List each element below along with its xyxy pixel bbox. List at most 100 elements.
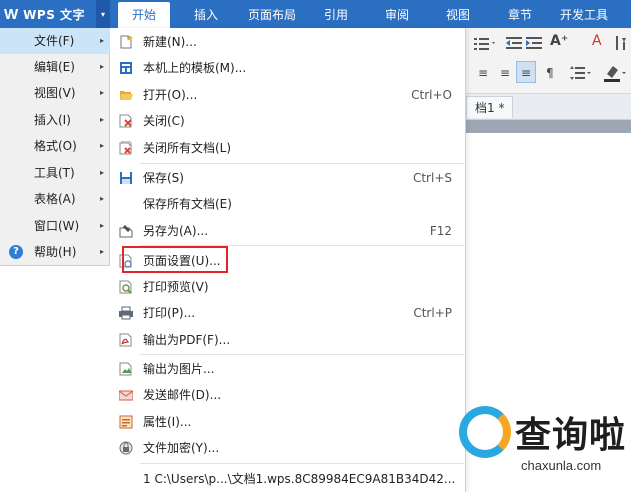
text-direction-icon[interactable]: [614, 36, 628, 50]
save-icon: [120, 172, 132, 184]
menu-item-label: 打开(O)...: [143, 88, 198, 102]
menu-item-label: 保存(S): [143, 171, 184, 185]
close-all-icon: [119, 141, 132, 155]
email-icon: [119, 390, 133, 401]
menu-item-label: 窗口(W): [34, 219, 80, 233]
menu-item-format[interactable]: 格式(O) ▸: [0, 133, 110, 159]
menu-item-export-pdf[interactable]: 输出为PDF(F)...: [110, 327, 466, 353]
menu-item-label: 关闭所有文档(L): [143, 141, 232, 155]
ribbon-toolbar: A⁺ A ≡ ≡ ≡ ¶: [466, 28, 631, 94]
print-icon: [119, 306, 133, 320]
submenu-arrow-icon: ▸: [99, 168, 104, 177]
tab-developer[interactable]: 开发工具: [560, 0, 608, 28]
close-document-icon: [119, 114, 132, 128]
menu-item-label: 关闭(C): [143, 114, 185, 128]
menu-item-label: 文件加密(Y)...: [143, 441, 220, 455]
app-dropdown-arrow-icon[interactable]: ▾: [96, 0, 110, 28]
justify-icon: ≡: [521, 66, 532, 80]
wps-logo-icon: W: [4, 5, 19, 23]
menu-item-help[interactable]: ? 帮助(H) ▸: [0, 239, 110, 265]
menu-item-label: 保存所有文档(E): [143, 197, 232, 211]
shading-icon[interactable]: [604, 64, 628, 82]
document-canvas-gap: [466, 120, 631, 133]
menu-item-table[interactable]: 表格(A) ▸: [0, 186, 110, 212]
tab-sections[interactable]: 章节: [508, 0, 532, 28]
menu-item-local-templates[interactable]: 本机上的模板(M)...: [110, 55, 466, 81]
menu-item-export-image[interactable]: 输出为图片...: [110, 356, 466, 382]
menu-item-recent-file[interactable]: 1 C:\Users\p...\文档1.wps.8C89984EC9A81B34…: [110, 466, 466, 492]
menu-item-encrypt[interactable]: 文件加密(Y)...: [110, 435, 466, 461]
menu-item-new[interactable]: 新建(N)...: [110, 29, 466, 55]
tab-page-layout[interactable]: 页面布局: [248, 0, 296, 28]
tab-view[interactable]: 视图: [446, 0, 470, 28]
align-right-icon[interactable]: ≡: [500, 66, 510, 80]
menu-item-properties[interactable]: 属性(I)...: [110, 409, 466, 435]
submenu-arrow-icon: ▸: [99, 62, 104, 71]
menu-item-label: 工具(T): [34, 166, 75, 180]
save-as-icon: [119, 225, 133, 238]
submenu-arrow-icon: ▸: [99, 194, 104, 203]
submenu-arrow-icon: ▸: [99, 247, 104, 256]
menu-item-save-as[interactable]: 另存为(A)... F12: [110, 218, 466, 244]
tab-references[interactable]: 引用: [324, 0, 348, 28]
menu-item-shortcut: Ctrl+O: [411, 88, 452, 102]
increase-indent-icon[interactable]: [526, 36, 542, 50]
distributed-align-icon[interactable]: ¶: [546, 66, 554, 80]
menu-item-tools[interactable]: 工具(T) ▸: [0, 160, 110, 186]
watermark-text: 查询啦: [515, 415, 627, 456]
tab-review[interactable]: 审阅: [385, 0, 409, 28]
menu-item-label: 本机上的模板(M)...: [143, 61, 247, 75]
tab-home[interactable]: 开始: [118, 2, 170, 28]
menu-item-print-preview[interactable]: 打印预览(V): [110, 274, 466, 300]
menu-item-label: 打印(P)...: [143, 306, 196, 320]
submenu-arrow-icon: ▸: [99, 36, 104, 45]
justify-button[interactable]: ≡: [516, 61, 536, 83]
menu-item-close[interactable]: 关闭(C): [110, 108, 466, 134]
menu-item-edit[interactable]: 编辑(E) ▸: [0, 54, 110, 80]
menu-item-insert[interactable]: 插入(I) ▸: [0, 107, 110, 133]
document-tab-bar: 档1 *: [466, 94, 631, 120]
menu-item-label: 另存为(A)...: [143, 224, 209, 238]
list-icon[interactable]: [474, 36, 496, 50]
menu-item-view[interactable]: 视图(V) ▸: [0, 80, 110, 106]
menu-item-shortcut: F12: [429, 224, 452, 238]
image-export-icon: [119, 362, 132, 376]
menu-item-send-email[interactable]: 发送邮件(D)...: [110, 382, 466, 408]
tab-insert[interactable]: 插入: [194, 0, 218, 28]
encrypt-icon: [119, 441, 133, 455]
menu-item-label: 插入(I): [34, 113, 71, 127]
char-scale-icon[interactable]: A⁺: [550, 34, 568, 48]
page-setup-highlight: [122, 246, 228, 273]
menu-item-window[interactable]: 窗口(W) ▸: [0, 213, 110, 239]
help-icon: ?: [9, 245, 23, 259]
document-tab[interactable]: 档1 *: [466, 96, 514, 118]
menu-item-close-all[interactable]: 关闭所有文档(L): [110, 135, 466, 161]
main-menu: 文件(F) ▸ 编辑(E) ▸ 视图(V) ▸ 插入(I) ▸ 格式(O) ▸ …: [0, 28, 110, 266]
menu-item-label: 文件(F): [34, 34, 75, 48]
clear-format-icon[interactable]: A: [592, 34, 602, 48]
align-left-icon[interactable]: ≡: [478, 66, 488, 80]
pdf-icon: [119, 333, 132, 347]
menu-item-save[interactable]: 保存(S) Ctrl+S: [110, 165, 466, 191]
decrease-indent-icon[interactable]: [506, 36, 522, 50]
menu-item-print[interactable]: 打印(P)... Ctrl+P: [110, 300, 466, 326]
line-spacing-icon[interactable]: [570, 66, 592, 80]
menu-separator: [140, 354, 466, 355]
menu-item-save-all[interactable]: 保存所有文档(E): [110, 191, 466, 217]
menu-item-shortcut: Ctrl+S: [412, 171, 452, 185]
menu-item-label: 表格(A): [34, 192, 76, 206]
properties-icon: [119, 415, 133, 429]
menu-item-label: 输出为PDF(F)...: [143, 333, 231, 347]
menu-item-label: 视图(V): [34, 86, 76, 100]
print-preview-icon: [119, 280, 132, 294]
watermark-q-icon: [459, 406, 511, 458]
menu-item-file[interactable]: 文件(F) ▸: [0, 28, 110, 54]
menu-item-open[interactable]: 打开(O)... Ctrl+O: [110, 82, 466, 108]
menu-item-label: 输出为图片...: [143, 362, 215, 376]
menu-item-label: 1 C:\Users\p...\文档1.wps.8C89984EC9A81B34…: [143, 472, 456, 486]
template-icon: [120, 62, 132, 74]
ribbon-tab-bar: 开始 插入 页面布局 引用 审阅 视图 章节 开发工具: [110, 0, 631, 28]
app-menu-button[interactable]: W WPS 文字: [0, 0, 96, 28]
menu-separator: [140, 163, 466, 164]
open-folder-icon: [120, 91, 133, 100]
